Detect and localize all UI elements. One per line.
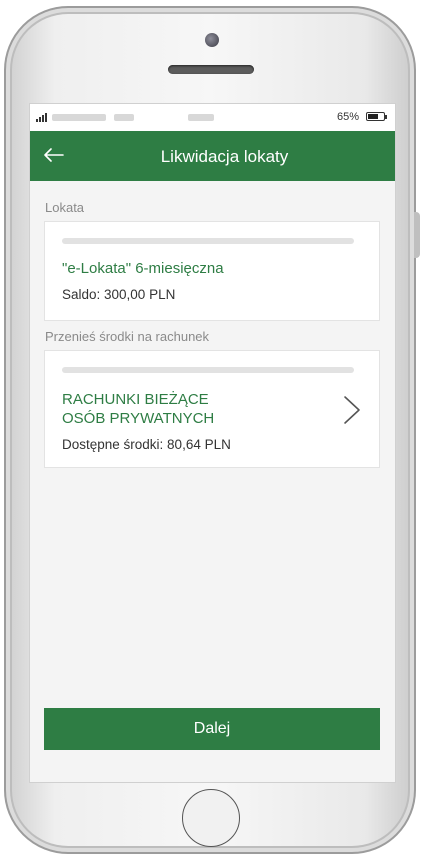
deposit-card: "e-Lokata" 6-miesięczna Saldo: 300,00 PL…: [44, 221, 380, 321]
side-button: [414, 212, 420, 258]
target-account-card[interactable]: RACHUNKI BIEŻĄCE OSÓB PRYWATNYCH Dostępn…: [44, 350, 380, 468]
chevron-right-icon[interactable]: [341, 395, 363, 425]
app-screen: 65% Likwidacja lokaty Lokata "e-Lokata" …: [29, 103, 396, 783]
front-camera: [205, 33, 219, 47]
status-bar: 65%: [30, 104, 395, 131]
app-bar: Likwidacja lokaty: [30, 131, 395, 181]
account-name-line1: RACHUNKI BIEŻĄCE: [62, 391, 209, 408]
deposit-section-label: Lokata: [45, 200, 85, 215]
page-title: Likwidacja lokaty: [160, 147, 289, 166]
next-button[interactable]: Dalej: [44, 708, 380, 750]
home-button[interactable]: [182, 789, 240, 847]
carrier-name-blurred: [52, 114, 106, 121]
network-type-blurred: [114, 114, 134, 121]
battery-icon: [366, 112, 387, 121]
earpiece-speaker: [168, 65, 254, 74]
deposit-number-blurred: [62, 238, 354, 244]
battery-percent: 65%: [336, 111, 359, 123]
available-funds: Dostępne środki: 80,64 PLN: [62, 437, 231, 452]
clock-blurred: [188, 114, 214, 121]
transfer-section-label: Przenieś środki na rachunek: [45, 329, 210, 344]
signal-icon: [36, 113, 47, 122]
account-number-blurred: [62, 367, 354, 373]
deposit-name: "e-Lokata" 6-miesięczna: [62, 260, 224, 277]
deposit-balance: Saldo: 300,00 PLN: [62, 287, 176, 302]
account-name-line2: OSÓB PRYWATNYCH: [62, 410, 215, 427]
